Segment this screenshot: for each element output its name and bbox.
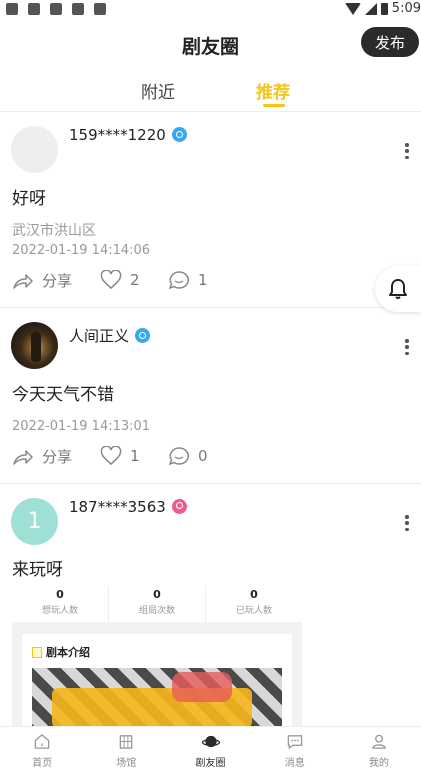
- female-gender-icon: [171, 499, 187, 514]
- username-text: 人间正义: [69, 327, 130, 345]
- nav-circle[interactable]: 剧友圈: [168, 727, 252, 769]
- like-button[interactable]: 2: [100, 270, 140, 290]
- username-text: 159****1220: [69, 126, 166, 144]
- nav-message[interactable]: 消息: [253, 727, 337, 769]
- share-button[interactable]: 分享: [12, 446, 72, 467]
- stat-want-to-play: 0 想玩人数: [41, 588, 78, 616]
- male-gender-icon: [135, 328, 151, 343]
- notification-icon: [72, 3, 84, 15]
- signal-icon: [364, 2, 377, 15]
- comment-count: 1: [198, 271, 208, 289]
- nav-profile[interactable]: 我的: [337, 727, 421, 769]
- post-content: 来玩呀: [12, 560, 63, 580]
- more-options-icon[interactable]: [405, 339, 409, 355]
- avatar[interactable]: [11, 126, 58, 173]
- post-image[interactable]: 0 想玩人数 0 组局次数 0 已玩人数 剧本介绍: [12, 586, 302, 726]
- notification-icon: [6, 3, 18, 15]
- heart-icon: [100, 446, 122, 465]
- script-intro: 剧本介绍: [22, 634, 292, 726]
- comment-button[interactable]: 0: [168, 446, 208, 466]
- tab-recommend[interactable]: 推荐: [256, 78, 290, 103]
- notification-bell-button[interactable]: [375, 266, 421, 312]
- script-cover-art: [32, 668, 282, 726]
- post-username[interactable]: 人间正义: [69, 325, 151, 346]
- avatar[interactable]: 1: [11, 498, 58, 545]
- planet-icon: [201, 735, 220, 748]
- male-gender-icon: [171, 127, 187, 142]
- post-actions: 分享 2 1: [12, 270, 412, 292]
- post-location: 武汉市洪山区: [12, 223, 96, 239]
- share-label: 分享: [42, 448, 73, 466]
- post-content: 好呀: [12, 189, 46, 209]
- nav-profile-label: 我的: [368, 758, 389, 769]
- username-text: 187****3563: [69, 498, 166, 516]
- active-tab-indicator: [263, 104, 285, 107]
- post-item: 159****1220 好呀 武汉市洪山区 2022-01-19 14:14:0…: [0, 112, 421, 307]
- post-content: 今天天气不错: [12, 385, 114, 405]
- status-notification-icons: [6, 3, 106, 15]
- post-time: 2022-01-19 14:14:06: [12, 243, 151, 258]
- heart-icon: [100, 270, 122, 289]
- post-item: 人间正义 今天天气不错 2022-01-19 14:13:01 分享 1 0: [0, 308, 421, 483]
- nav-venue-label: 场馆: [116, 758, 137, 769]
- script-stats: 0 想玩人数 0 组局次数 0 已玩人数: [12, 586, 302, 622]
- message-icon: [287, 735, 302, 749]
- share-icon: [13, 273, 33, 289]
- stat-played: 0 已玩人数: [205, 586, 302, 622]
- post-username[interactable]: 187****3563: [69, 498, 187, 516]
- like-count: 1: [130, 447, 140, 465]
- post-actions: 分享 1 0: [12, 446, 412, 468]
- post-time: 2022-01-19 14:13:01: [12, 419, 151, 434]
- nav-home-label: 首页: [32, 758, 53, 769]
- script-intro-title: 剧本介绍: [32, 644, 90, 660]
- page-title: 剧友圈: [181, 36, 239, 58]
- publish-button[interactable]: 发布: [361, 27, 419, 57]
- share-button[interactable]: 分享: [12, 270, 72, 291]
- feed-tabs: 附近 推荐: [0, 74, 421, 110]
- status-bar: 5:09: [0, 0, 421, 18]
- comment-button[interactable]: 1: [168, 270, 208, 290]
- bell-icon: [389, 279, 407, 299]
- share-label: 分享: [42, 272, 73, 290]
- comment-count: 0: [198, 447, 208, 465]
- bottom-nav: 首页 场馆 剧友圈 消息 我的: [0, 726, 421, 769]
- app-icon: [94, 3, 106, 15]
- more-options-icon[interactable]: [405, 515, 409, 531]
- app-header: 剧友圈 发布: [0, 22, 421, 64]
- nav-circle-label: 剧友圈: [195, 758, 226, 769]
- nav-venue[interactable]: 场馆: [84, 727, 168, 769]
- like-count: 2: [130, 271, 140, 289]
- nav-message-label: 消息: [284, 758, 305, 769]
- document-icon: [32, 646, 42, 658]
- status-system-icons: 5:09: [344, 1, 421, 16]
- comment-icon: [168, 447, 189, 466]
- share-icon: [13, 449, 33, 465]
- more-options-icon[interactable]: [405, 143, 409, 159]
- wifi-icon: [344, 2, 361, 15]
- image-icon: [50, 3, 62, 15]
- home-icon: [34, 734, 50, 749]
- like-button[interactable]: 1: [100, 446, 140, 466]
- user-icon: [372, 734, 386, 749]
- avatar[interactable]: [11, 322, 58, 369]
- stat-group-count: 0 组局次数: [108, 586, 205, 622]
- building-icon: [119, 735, 133, 749]
- nav-home[interactable]: 首页: [0, 727, 84, 769]
- status-time: 5:09: [391, 1, 421, 16]
- battery-icon: [380, 2, 388, 15]
- post-username[interactable]: 159****1220: [69, 126, 187, 144]
- comment-icon: [168, 271, 189, 290]
- notification-icon: [28, 3, 40, 15]
- tab-nearby[interactable]: 附近: [141, 78, 175, 103]
